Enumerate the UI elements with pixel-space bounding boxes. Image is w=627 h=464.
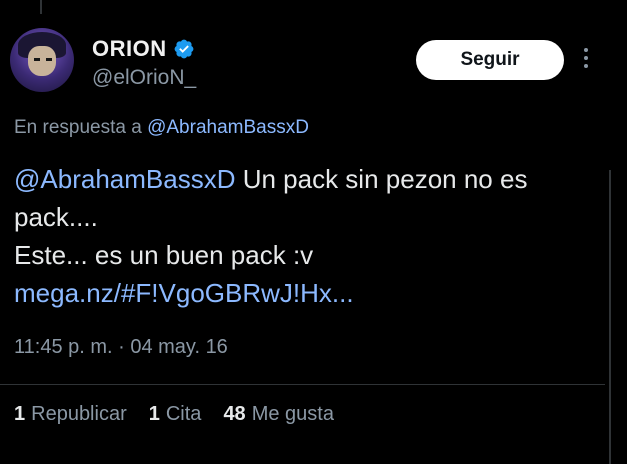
tweet-url-link[interactable]: mega.nz/#F!VgoGBRwJ!Hx... [14, 278, 354, 308]
verified-badge-icon [174, 39, 194, 59]
avatar[interactable] [10, 28, 74, 92]
follow-button[interactable]: Seguir [416, 40, 564, 80]
tweet-line2: pack.... [14, 202, 98, 232]
stat-reposts[interactable]: 1 Republicar [14, 403, 127, 426]
stat-label: Cita [165, 403, 202, 425]
stat-likes[interactable]: 48 Me gusta [223, 403, 334, 426]
stat-label: Me gusta [251, 403, 334, 425]
user-identity[interactable]: ORION @elOrioN_ [92, 36, 196, 90]
stat-quotes[interactable]: 1 Cita [149, 403, 202, 426]
engagement-stats: 1 Republicar 1 Cita 48 Me gusta [14, 403, 334, 426]
tweet-line3: Este... es un buen pack :v [14, 240, 314, 270]
tweet-text: @AbrahamBassxD Un pack sin pezon no es p… [14, 160, 604, 312]
thread-line-top [40, 0, 42, 14]
reply-mention-link[interactable]: @AbrahamBassxD [147, 117, 309, 138]
tweet-timestamp[interactable]: 11:45 p. m. · 04 may. 16 [14, 336, 228, 359]
more-options-icon[interactable] [584, 48, 590, 68]
stat-count: 1 [148, 403, 160, 425]
reply-prefix: En respuesta a [14, 117, 148, 138]
tweet-mention-link[interactable]: @AbrahamBassxD [14, 164, 235, 194]
user-handle[interactable]: @elOrioN_ [92, 66, 196, 90]
tweet-line1: Un pack sin pezon no es [235, 164, 528, 194]
display-name[interactable]: ORION [92, 36, 167, 62]
stat-count: 1 [14, 403, 26, 425]
scrollbar-track[interactable] [609, 170, 611, 464]
stat-label: Republicar [31, 403, 127, 425]
divider [0, 384, 605, 385]
reply-context: En respuesta a @AbrahamBassxD [14, 117, 309, 139]
stat-count: 48 [223, 403, 246, 425]
